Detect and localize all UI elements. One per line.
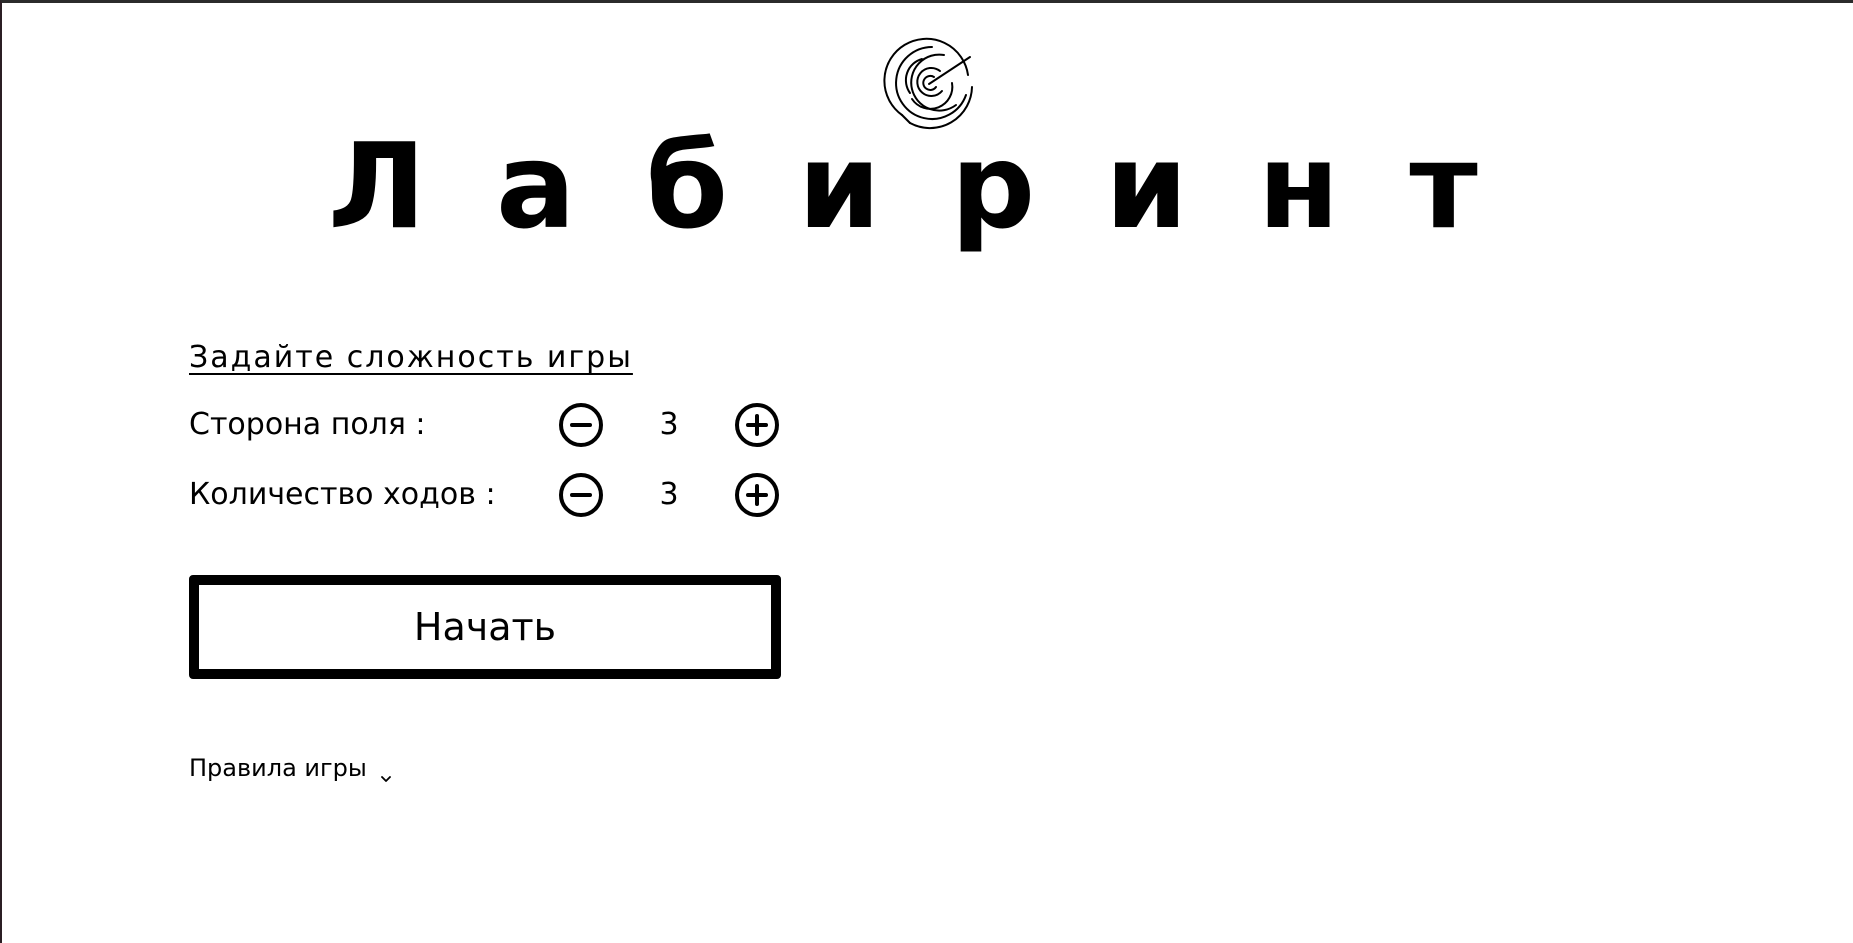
minus-circle-icon (559, 473, 603, 517)
field-side-label: Сторона поля : (189, 407, 426, 442)
field-side-decrement-button[interactable] (558, 402, 604, 448)
minus-circle-icon (559, 403, 603, 447)
rules-toggle[interactable]: Правила игры (189, 751, 393, 785)
setting-row-field-side: Сторона поля : 3 (189, 400, 789, 450)
field-side-value: 3 (659, 407, 679, 442)
field-side-increment-button[interactable] (734, 402, 780, 448)
plus-circle-icon (735, 403, 779, 447)
moves-count-decrement-button[interactable] (558, 472, 604, 518)
setting-row-moves-count: Количество ходов : 3 (189, 470, 789, 520)
moves-count-increment-button[interactable] (734, 472, 780, 518)
app-window: Лабиринт Задайте сложность игры Сторона … (0, 0, 1853, 943)
rules-toggle-label: Правила игры (189, 754, 367, 782)
moves-count-label: Количество ходов : (189, 477, 496, 512)
moves-count-value: 3 (659, 477, 679, 512)
difficulty-heading: Задайте сложность игры (189, 340, 633, 375)
chevron-down-icon (379, 761, 393, 782)
page-title: Лабиринт (328, 117, 1548, 255)
start-button[interactable]: Начать (189, 575, 781, 679)
plus-circle-icon (735, 473, 779, 517)
